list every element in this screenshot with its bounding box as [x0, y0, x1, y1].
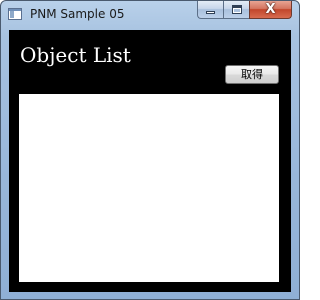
client-area: Object List 取得 [9, 30, 291, 292]
app-window: PNM Sample 05 X Object List 取得 [0, 0, 300, 300]
maximize-button[interactable] [223, 1, 249, 19]
title-bar[interactable]: PNM Sample 05 X [1, 1, 299, 29]
window-title: PNM Sample 05 [30, 7, 125, 21]
caption-buttons: X [197, 1, 292, 20]
object-list[interactable] [19, 94, 279, 282]
get-objects-button[interactable]: 取得 [225, 65, 279, 84]
maximize-icon [232, 5, 242, 14]
close-button[interactable]: X [249, 1, 292, 19]
minimize-icon [206, 11, 215, 14]
app-window-icon[interactable] [8, 8, 22, 20]
page-title: Object List [20, 43, 131, 67]
close-icon: X [265, 2, 276, 17]
minimize-button[interactable] [197, 1, 223, 19]
